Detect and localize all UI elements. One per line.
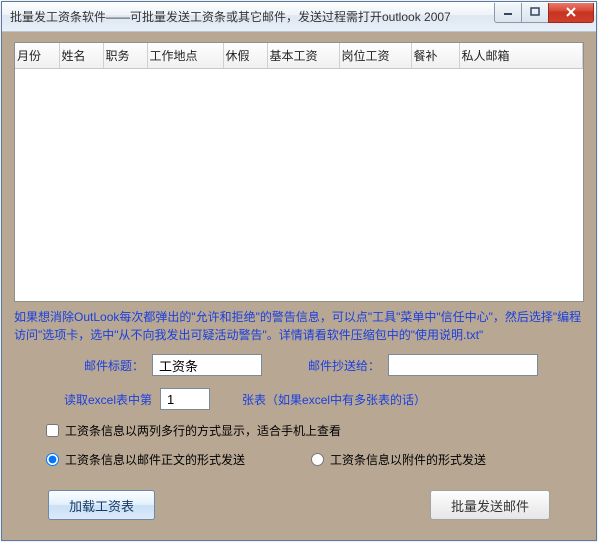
subject-input[interactable] [152, 354, 262, 376]
close-button[interactable] [548, 3, 594, 23]
cc-input[interactable] [388, 354, 538, 376]
col-position[interactable]: 职务 [103, 43, 147, 69]
col-email[interactable]: 私人邮箱 [459, 43, 583, 69]
row-sheet: 读取excel表中第 张表（如果excel中有多张表的话） [18, 388, 580, 410]
col-month[interactable]: 月份 [15, 43, 59, 69]
sheet-label-left: 读取excel表中第 [64, 391, 152, 408]
maximize-icon [530, 7, 540, 17]
send-body-radio-input[interactable] [46, 453, 59, 466]
window-title: 批量发工资条软件——可批量发送工资条或其它邮件，发送过程需打开outlook 2… [10, 8, 495, 25]
send-body-radio[interactable]: 工资条信息以邮件正文的形式发送 [46, 451, 245, 468]
subject-label: 邮件标题： [84, 357, 144, 374]
row-subject-cc: 邮件标题： 邮件抄送给： [18, 354, 580, 376]
grid-table: 月份 姓名 职务 工作地点 休假 基本工资 岗位工资 餐补 私人邮箱 [15, 43, 583, 69]
col-meal[interactable]: 餐补 [411, 43, 459, 69]
load-sheet-button[interactable]: 加载工资表 [48, 490, 155, 520]
col-post-salary[interactable]: 岗位工资 [339, 43, 411, 69]
button-row: 加载工资表 批量发送邮件 [18, 490, 580, 520]
col-name[interactable]: 姓名 [59, 43, 103, 69]
send-attachment-radio-label: 工资条信息以附件的形式发送 [330, 451, 486, 468]
grid-header-row: 月份 姓名 职务 工作地点 休假 基本工资 岗位工资 餐补 私人邮箱 [15, 43, 583, 69]
minimize-icon [503, 7, 513, 17]
multiline-checkbox[interactable]: 工资条信息以两列多行的方式显示，适合手机上查看 [46, 422, 341, 439]
form-area: 邮件标题： 邮件抄送给： 读取excel表中第 张表（如果excel中有多张表的… [14, 354, 584, 520]
client-area: 月份 姓名 职务 工作地点 休假 基本工资 岗位工资 餐补 私人邮箱 如果想消除… [2, 32, 596, 540]
multiline-checkbox-label: 工资条信息以两列多行的方式显示，适合手机上查看 [65, 422, 341, 439]
sheet-number-input[interactable] [160, 388, 210, 410]
window-controls [495, 3, 594, 23]
app-window: 批量发工资条软件——可批量发送工资条或其它邮件，发送过程需打开outlook 2… [1, 1, 597, 541]
row-radios: 工资条信息以邮件正文的形式发送 工资条信息以附件的形式发送 [18, 451, 580, 468]
outlook-hint-text: 如果想消除OutLook每次都弹出的"允许和拒绝"的警告信息，可以点"工具"菜单… [14, 308, 584, 344]
cc-label: 邮件抄送给： [308, 357, 380, 374]
close-icon [565, 7, 577, 17]
send-attachment-radio-input[interactable] [311, 453, 324, 466]
row-checkbox: 工资条信息以两列多行的方式显示，适合手机上查看 [18, 422, 580, 439]
minimize-button[interactable] [494, 3, 522, 23]
data-grid[interactable]: 月份 姓名 职务 工作地点 休假 基本工资 岗位工资 餐补 私人邮箱 [14, 42, 584, 302]
maximize-button[interactable] [521, 3, 549, 23]
send-attachment-radio[interactable]: 工资条信息以附件的形式发送 [311, 451, 486, 468]
batch-send-button[interactable]: 批量发送邮件 [430, 490, 550, 520]
col-vacation[interactable]: 休假 [223, 43, 267, 69]
sheet-label-right: 张表（如果excel中有多张表的话） [242, 391, 426, 408]
col-location[interactable]: 工作地点 [147, 43, 223, 69]
titlebar: 批量发工资条软件——可批量发送工资条或其它邮件，发送过程需打开outlook 2… [2, 2, 596, 32]
multiline-checkbox-input[interactable] [46, 424, 59, 437]
col-base-salary[interactable]: 基本工资 [267, 43, 339, 69]
send-body-radio-label: 工资条信息以邮件正文的形式发送 [65, 451, 245, 468]
